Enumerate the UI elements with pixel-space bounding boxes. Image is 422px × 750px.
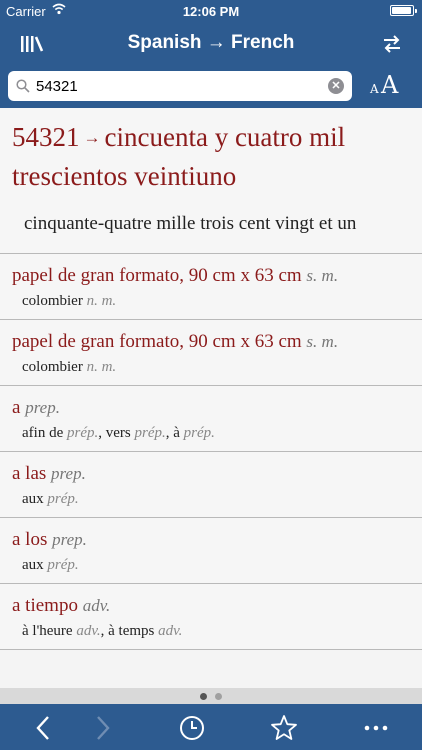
entry-headword-line: a prep.	[12, 396, 410, 420]
nav-title: Spanish → French	[127, 32, 295, 53]
list-item[interactable]: a los prep. aux prép.	[0, 518, 422, 584]
main-translation: cinquante-quatre mille trois cent vingt …	[24, 213, 357, 234]
entry-translation: aux prép.	[12, 554, 410, 576]
translation-word: afin de	[22, 425, 64, 441]
results-list[interactable]: 54321 → cincuenta y cuatro mil trescientos…	[0, 108, 422, 688]
bottom-toolbar	[0, 704, 422, 750]
search-bar: ✕	[8, 71, 352, 101]
translation-grammar: adv.	[76, 623, 101, 639]
list-item[interactable]: papel de gran formato, 90 cm x 63 cm s. …	[0, 320, 422, 386]
library-icon[interactable]	[20, 34, 44, 54]
nav-bar: Spanish → French	[0, 22, 422, 66]
list-item[interactable]: a prep. afin de prép., vers prép., à prép…	[0, 386, 422, 452]
translation-grammar: prép.	[183, 425, 215, 441]
entry-headword: a tiempo	[12, 595, 78, 616]
clear-search-icon[interactable]: ✕	[328, 78, 344, 94]
translation-word: aux	[22, 491, 44, 507]
translation-word: à l'heure	[22, 623, 73, 639]
entry-pos: s. m.	[306, 332, 339, 351]
entry-pos: prep.	[51, 464, 86, 483]
translation-grammar: n. m.	[86, 359, 117, 375]
swap-direction-icon[interactable]	[382, 33, 402, 55]
status-bar: Carrier 12:06 PM	[0, 0, 422, 22]
translation-grammar: adv.	[158, 623, 183, 639]
entry-pos: s. m.	[306, 266, 339, 285]
forward-icon[interactable]	[88, 714, 116, 742]
translation-grammar: prép.	[134, 425, 166, 441]
entry-headword: a las	[12, 463, 47, 484]
translation-grammar: prép.	[47, 557, 79, 573]
translation-word: à temps	[108, 623, 155, 639]
font-size-big-label: A	[381, 71, 399, 99]
entry-headword-line: a las prep.	[12, 462, 410, 486]
page-dot[interactable]	[215, 693, 222, 700]
font-size-button[interactable]: A A	[368, 71, 404, 100]
status-time: 12:06 PM	[182, 4, 240, 19]
entry-pos: prep.	[52, 530, 87, 549]
entry-translation: à l'heure adv., à temps adv.	[22, 623, 183, 639]
page-dot-active[interactable]	[200, 693, 207, 700]
history-icon[interactable]	[178, 714, 206, 742]
entry-headword: papel de gran formato, 90 cm x 63 cm	[12, 331, 302, 352]
translation-word: aux	[22, 557, 44, 573]
font-size-small-label: A	[370, 82, 379, 96]
entry-pos: adv.	[82, 596, 111, 615]
entry-headword: a los	[12, 529, 48, 550]
star-icon[interactable]	[270, 714, 298, 742]
main-headword: 54321	[12, 122, 80, 152]
back-icon[interactable]	[30, 714, 58, 742]
entry-translation: colombier n. m.	[12, 356, 410, 378]
arrow-icon: →	[83, 128, 101, 147]
app-header: Carrier 12:06 PM Spanish → French ✕	[0, 0, 422, 108]
entry-pos: prep.	[25, 398, 60, 417]
battery-icon	[390, 5, 417, 16]
entry-headword-line: papel de gran formato, 90 cm x 63 cm s. …	[12, 330, 410, 354]
translation-word: vers	[105, 425, 131, 441]
more-icon[interactable]	[362, 714, 390, 742]
translation-grammar: n. m.	[86, 293, 117, 309]
main-entry[interactable]: 54321 → cincuenta y cuatro mil trescientos…	[0, 108, 422, 254]
translation-word: colombier	[22, 293, 83, 309]
page-indicator	[0, 688, 422, 704]
search-icon	[16, 79, 30, 93]
list-item[interactable]: a tiempo adv. à l'heure adv., à temps adv…	[0, 584, 422, 650]
entry-headword-line: a tiempo adv.	[12, 594, 410, 618]
entry-headword-line: papel de gran formato, 90 cm x 63 cm s. …	[12, 264, 410, 288]
entry-translation: afin de prép., vers prép., à prép.	[22, 425, 215, 441]
search-input[interactable]	[36, 75, 326, 97]
entry-headword-line: a los prep.	[12, 528, 410, 552]
entry-headword: a	[12, 397, 21, 418]
list-item[interactable]: a las prep. aux prép.	[0, 452, 422, 518]
main-headword-line: 54321 → cincuenta y cuatro mil trescientos…	[12, 118, 410, 195]
entry-list: papel de gran formato, 90 cm x 63 cm s. …	[0, 254, 422, 650]
entry-translation: colombier n. m.	[12, 290, 410, 312]
entry-headword: papel de gran formato, 90 cm x 63 cm	[12, 265, 302, 286]
translation-word: colombier	[22, 359, 83, 375]
translation-grammar: prép.	[66, 425, 99, 441]
entry-translation: aux prép.	[12, 488, 410, 510]
list-item[interactable]: papel de gran formato, 90 cm x 63 cm s. …	[0, 254, 422, 320]
translation-grammar: prép.	[47, 491, 79, 507]
translation-word: à	[173, 425, 180, 441]
